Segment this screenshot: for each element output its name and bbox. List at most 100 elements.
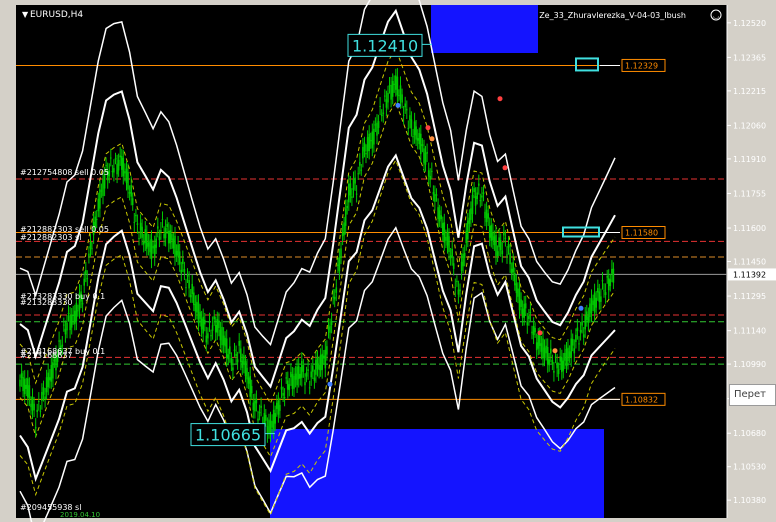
candle-body: [587, 316, 590, 323]
candle-body: [302, 365, 305, 372]
candle-body: [498, 237, 500, 248]
candle-body: [178, 251, 181, 265]
candle-body: [391, 81, 394, 97]
candle-body: [360, 169, 363, 171]
candle-body: [551, 360, 554, 365]
candle-body: [582, 334, 585, 338]
candle-body: [343, 222, 345, 235]
candle-body: [362, 147, 364, 159]
candle-body: [521, 308, 524, 318]
candle-body: [286, 380, 289, 390]
candle-body: [524, 303, 527, 309]
y-tick-label: 1.10380: [733, 496, 766, 505]
candle-body: [307, 369, 309, 371]
candle-body: [146, 232, 148, 249]
candle-body: [282, 393, 284, 396]
candle-body: [216, 318, 219, 333]
candle-body: [437, 207, 439, 220]
candle-body: [202, 316, 204, 334]
candle-body: [75, 302, 78, 322]
price-chart[interactable]: 1.12520 1.12365 1.12215 1.12060 1.11910 1.117…: [0, 0, 776, 522]
candle-body: [238, 341, 240, 346]
candle-body: [565, 348, 568, 366]
candle-body: [510, 268, 513, 274]
trade-marker: [425, 125, 431, 131]
order-label: #212754808 sell 0.05: [20, 168, 109, 177]
candle-body: [597, 288, 599, 293]
candle-body: [481, 195, 483, 198]
candle-body: [77, 310, 79, 312]
candle-body: [600, 296, 602, 302]
candle-body: [69, 315, 71, 331]
collapse-arrow-icon[interactable]: ▼: [22, 10, 29, 19]
candle-body: [299, 373, 302, 379]
candle-body: [183, 269, 186, 273]
trade-marker: [552, 348, 558, 354]
y-tick-label: 1.11755: [733, 189, 766, 198]
candle-body: [258, 412, 261, 414]
candle-body: [308, 387, 311, 389]
candle-body: [81, 303, 84, 305]
candle-body: [379, 106, 381, 107]
candle-body: [528, 315, 530, 319]
candle-body: [504, 237, 507, 239]
candle-body: [454, 287, 457, 289]
candle-body: [157, 226, 159, 229]
candle-body: [66, 322, 68, 331]
candle-body: [426, 151, 428, 154]
sidebar-button[interactable]: Перет: [729, 384, 776, 406]
candle-body: [418, 133, 421, 145]
candle-body: [241, 360, 244, 368]
candle-body: [393, 83, 395, 85]
candle-body: [138, 237, 140, 239]
candle-body: [23, 378, 26, 395]
candle-body: [42, 387, 45, 395]
candle-body: [279, 404, 281, 411]
candle-body: [34, 426, 37, 429]
candle-body: [177, 244, 179, 257]
candle-body: [420, 133, 422, 155]
candle-body: [517, 288, 519, 297]
candle-body: [22, 377, 24, 392]
candle-body: [214, 325, 217, 333]
candle-body: [197, 302, 200, 324]
candle-body: [373, 128, 375, 145]
candle-body: [327, 327, 330, 330]
candle-body: [490, 224, 493, 241]
trade-marker: [327, 381, 333, 387]
candle-body: [611, 269, 613, 274]
candle-body: [189, 294, 192, 298]
candle-body: [341, 233, 344, 237]
candle-body: [266, 426, 269, 434]
candle-body: [172, 238, 175, 249]
candle-body: [111, 171, 114, 173]
candle-body: [227, 354, 229, 360]
candle-body: [20, 373, 23, 378]
candle-body: [442, 223, 444, 235]
candle-body: [174, 235, 176, 257]
candle-body: [288, 384, 291, 391]
candle-body: [338, 257, 341, 272]
candle-body: [240, 348, 242, 362]
candle-body: [374, 124, 377, 126]
y-tick-label: 1.10990: [733, 360, 766, 369]
candle-body: [369, 140, 372, 142]
candle-body: [72, 314, 74, 316]
candle-body: [235, 353, 237, 357]
candle-body: [388, 85, 391, 87]
candle-body: [499, 240, 502, 251]
candle-body: [188, 280, 190, 289]
candle-body: [468, 217, 471, 224]
candle-body: [83, 278, 85, 286]
candle-body: [321, 353, 323, 370]
candle-body: [384, 95, 386, 97]
candle-body: [38, 401, 40, 402]
candle-body: [495, 234, 497, 256]
candle-body: [252, 402, 255, 410]
candle-body: [462, 253, 464, 267]
candle-body: [333, 296, 336, 300]
candle-body: [593, 292, 596, 313]
candle-body: [144, 229, 147, 243]
candle-body: [277, 400, 280, 415]
candle-body: [443, 222, 446, 243]
